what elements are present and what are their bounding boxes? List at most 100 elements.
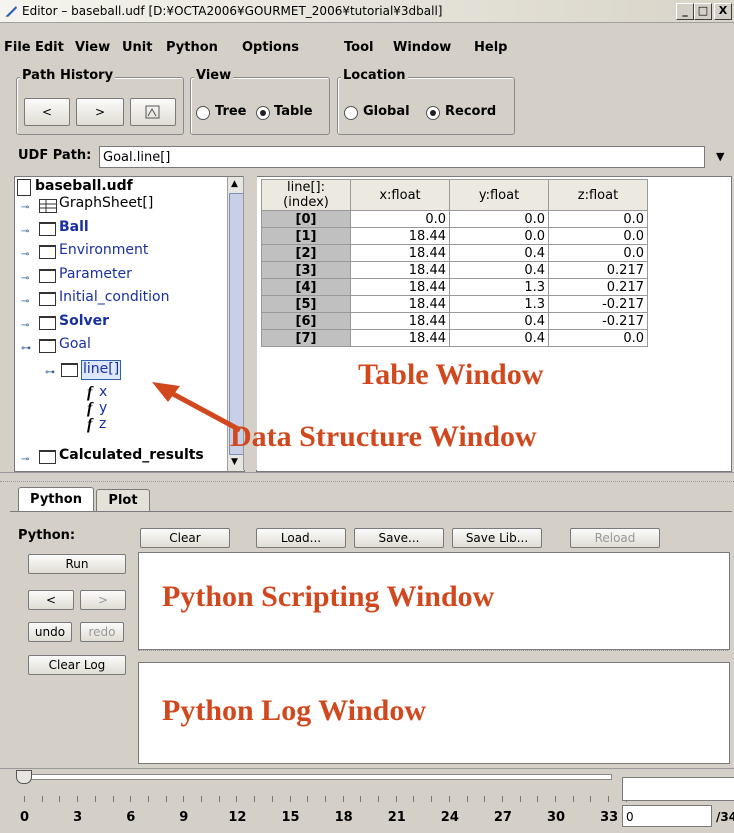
slider-tick xyxy=(431,796,433,802)
slider-tick xyxy=(24,796,25,802)
expand-icon[interactable]: ⊸ xyxy=(21,202,29,213)
tree-item-solver[interactable]: Solver xyxy=(59,313,109,335)
slider-tick xyxy=(466,796,468,802)
home-button[interactable] xyxy=(130,98,176,126)
folder-icon xyxy=(39,269,56,283)
folder-icon xyxy=(39,222,56,236)
record-field-upper[interactable] xyxy=(622,777,734,801)
tree-item-z[interactable]: z xyxy=(99,416,106,438)
next-script-button[interactable]: > xyxy=(80,590,126,610)
slider-tick xyxy=(59,796,61,802)
data-table[interactable]: line[]:(index) x:float y:float z:float [… xyxy=(261,179,648,347)
record-radio[interactable] xyxy=(426,106,440,120)
table-row: [5] 18.44 1.3 -0.217 xyxy=(261,295,648,313)
menu-edit[interactable]: Edit xyxy=(35,40,64,55)
menu-unit[interactable]: Unit xyxy=(122,40,152,55)
slider-tick-label: 21 xyxy=(387,810,406,825)
slider-tick-label: 27 xyxy=(493,810,512,825)
save-button[interactable]: Save... xyxy=(354,528,444,548)
expand-icon[interactable]: ⊸ xyxy=(21,454,29,465)
tree-item-ball[interactable]: Ball xyxy=(59,219,89,241)
tree-radio[interactable] xyxy=(196,106,210,120)
slider-tick-label: 33 xyxy=(600,810,619,825)
load-button[interactable]: Load... xyxy=(256,528,346,548)
expand-icon[interactable]: ⊸ xyxy=(21,296,29,307)
slider-tick xyxy=(484,796,486,802)
table-radio[interactable] xyxy=(256,106,270,120)
menu-python[interactable]: Python xyxy=(166,40,218,55)
table-row: [0] 0.0 0.0 0.0 xyxy=(261,210,648,228)
table-row: [4] 18.44 1.3 0.217 xyxy=(261,278,648,296)
clear-button[interactable]: Clear xyxy=(140,528,230,548)
col-header-x[interactable]: x:float xyxy=(350,179,450,211)
tree-item-parameter[interactable]: Parameter xyxy=(59,266,132,288)
slider-track[interactable] xyxy=(18,774,612,780)
tree-item-line[interactable]: line[] xyxy=(81,360,122,380)
expand-icon[interactable]: ⊸ xyxy=(21,273,29,284)
tab-python[interactable]: Python xyxy=(18,487,94,512)
close-button[interactable]: X xyxy=(714,3,732,20)
slider-tick xyxy=(608,796,610,802)
slider-tick-label: 9 xyxy=(179,810,189,825)
slider-tick xyxy=(201,796,202,802)
udf-path-dropdown-icon[interactable]: ▼ xyxy=(716,150,724,163)
app-icon xyxy=(4,4,18,18)
clear-log-button[interactable]: Clear Log xyxy=(28,655,126,675)
slider-tick-label: 18 xyxy=(334,810,353,825)
run-button[interactable]: Run xyxy=(28,554,126,574)
python-log-window-label: Python Log Window xyxy=(162,694,426,727)
menu-tool[interactable]: Tool xyxy=(344,40,373,55)
slider-tick xyxy=(41,796,43,802)
expand-icon[interactable]: ⊸ xyxy=(21,320,29,331)
collapse-icon[interactable]: ⊶ xyxy=(45,367,55,378)
slider-tick xyxy=(448,796,450,802)
prev-script-button[interactable]: < xyxy=(28,590,74,610)
forward-button[interactable]: > xyxy=(76,98,124,126)
slider-tick xyxy=(130,796,132,802)
tab-plot[interactable]: Plot xyxy=(96,489,150,512)
script-log-splitter[interactable] xyxy=(138,650,728,657)
undo-button[interactable]: undo xyxy=(28,622,72,642)
scroll-up-icon[interactable]: ▲ xyxy=(231,179,238,189)
tree-item-environment[interactable]: Environment xyxy=(59,242,148,264)
tree-item-goal[interactable]: Goal xyxy=(59,336,91,358)
table-row: [2] 18.44 0.4 0.0 xyxy=(261,244,648,262)
menu-file[interactable]: File xyxy=(4,40,31,55)
tree-item-calculated-results[interactable]: Calculated_results xyxy=(59,447,204,469)
global-radio[interactable] xyxy=(344,106,358,120)
slider-tick xyxy=(77,796,79,802)
folder-icon xyxy=(39,339,56,353)
menu-help[interactable]: Help xyxy=(474,40,507,55)
reload-button[interactable]: Reload xyxy=(570,528,660,548)
col-header-z[interactable]: z:float xyxy=(548,179,648,211)
title-bar: Editor – baseball.udf [D:¥OCTA2006¥GOURM… xyxy=(0,0,734,23)
collapse-icon[interactable]: ⊶ xyxy=(21,343,31,354)
slider-tick-label: 24 xyxy=(440,810,459,825)
slider-tick xyxy=(395,796,397,802)
folder-icon xyxy=(39,292,56,306)
minimize-button[interactable]: _ xyxy=(676,3,694,20)
tree-item-graphsheet[interactable]: GraphSheet[] xyxy=(59,195,153,217)
annotation-arrow xyxy=(152,382,242,433)
expand-icon[interactable]: ⊸ xyxy=(21,226,29,237)
folder-icon xyxy=(61,363,78,377)
menu-view[interactable]: View xyxy=(75,40,110,55)
udf-path-input[interactable]: Goal.line[] xyxy=(99,146,705,168)
expand-icon[interactable]: ⊸ xyxy=(21,249,29,260)
slider-tick xyxy=(94,796,96,802)
scroll-down-icon[interactable]: ▼ xyxy=(231,457,238,467)
menu-options[interactable]: Options xyxy=(242,40,299,55)
redo-button[interactable]: redo xyxy=(80,622,124,642)
horizontal-splitter[interactable] xyxy=(0,472,734,482)
slider-tick xyxy=(307,796,309,802)
tree-item-initial-condition[interactable]: Initial_condition xyxy=(59,289,169,311)
maximize-button[interactable]: □ xyxy=(694,3,712,20)
slider-thumb[interactable] xyxy=(16,770,32,784)
menu-window[interactable]: Window xyxy=(393,40,451,55)
back-button[interactable]: < xyxy=(24,98,70,126)
record-value-input[interactable]: 0 xyxy=(622,805,712,827)
save-lib-button[interactable]: Save Lib... xyxy=(452,528,542,548)
col-header-y[interactable]: y:float xyxy=(449,179,549,211)
slider-tick-label: 12 xyxy=(228,810,247,825)
col-header-index[interactable]: line[]:(index) xyxy=(261,179,351,211)
